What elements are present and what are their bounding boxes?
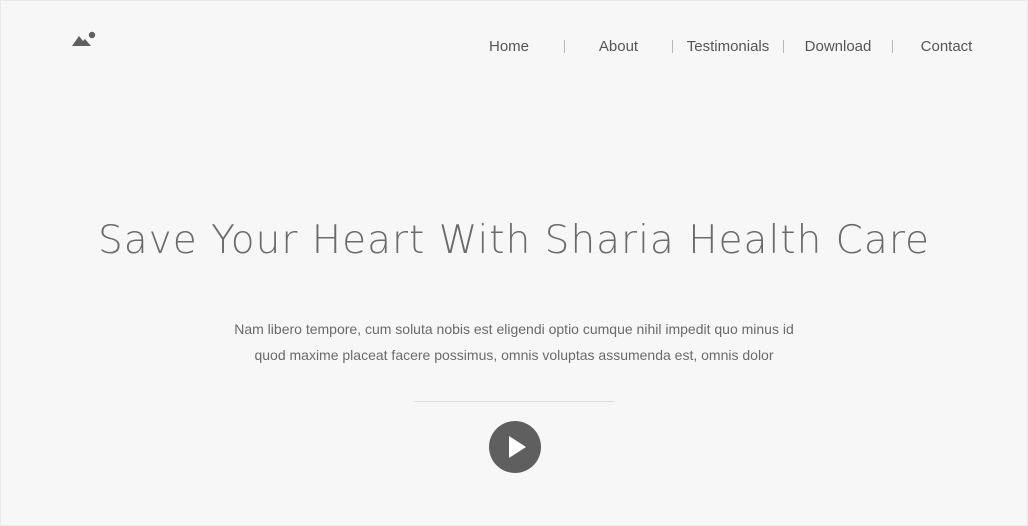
nav-separator	[892, 39, 893, 53]
nav-separator	[564, 39, 565, 53]
nav-separator	[672, 39, 673, 53]
nav-separator	[783, 39, 784, 53]
nav-item-home[interactable]: Home	[470, 38, 548, 55]
hero-divider	[414, 401, 614, 402]
play-icon	[509, 436, 526, 458]
hero-description-line-1: Nam libero tempore, cum soluta nobis est…	[234, 321, 794, 337]
nav-item-about[interactable]: About	[581, 38, 656, 55]
hero-description-line-2: quod maxime placeat facere possimus, omn…	[254, 347, 774, 363]
nav-item-testimonials[interactable]: Testimonials	[685, 38, 771, 55]
hero-description: Nam libero tempore, cum soluta nobis est…	[190, 316, 838, 368]
hero-title: Save Your Heart With Sharia Health Care	[98, 218, 930, 263]
logo-icon[interactable]	[72, 31, 98, 49]
play-video-button[interactable]	[489, 421, 541, 473]
main-nav: Home About Testimonials Download Contact	[470, 36, 984, 56]
nav-item-contact[interactable]: Contact	[909, 38, 984, 55]
nav-item-download[interactable]: Download	[796, 38, 880, 55]
